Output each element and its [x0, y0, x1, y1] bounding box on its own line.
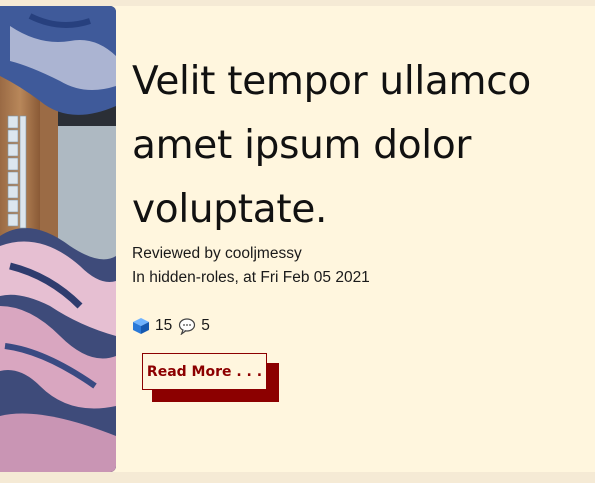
post-thumbnail-image[interactable] — [0, 6, 116, 472]
read-more-container: Read More . . . — [142, 353, 279, 403]
blue-cube-icon — [132, 317, 150, 335]
post-stats: 15 5 — [132, 317, 216, 336]
speech-bubble-icon — [178, 317, 196, 336]
comments-count: 5 — [201, 317, 210, 334]
read-more-button[interactable]: Read More . . . — [142, 353, 267, 390]
post-card: Velit tempor ullamco amet ipsum dolor vo… — [0, 6, 595, 472]
likes-count: 15 — [155, 317, 173, 334]
post-category-date: In hidden-roles, at Fri Feb 05 2021 — [132, 269, 370, 286]
post-title[interactable]: Velit tempor ullamco amet ipsum dolor vo… — [132, 50, 582, 242]
post-reviewer: Reviewed by cooljmessy — [132, 245, 302, 262]
